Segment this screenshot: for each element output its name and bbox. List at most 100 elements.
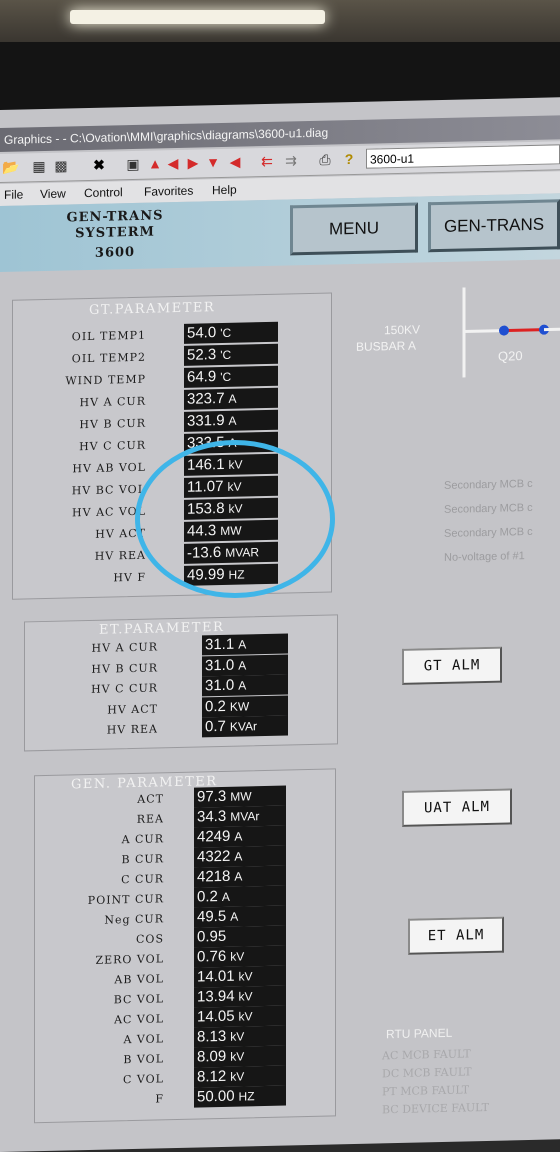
print-icon[interactable]: ⎙ bbox=[316, 150, 334, 168]
et-alarm-button[interactable]: ET ALM bbox=[408, 916, 504, 955]
rtu-ac-mcb-fault: AC MCB FAULT bbox=[382, 1047, 471, 1063]
close-icon[interactable]: ✖ bbox=[90, 156, 108, 174]
gen-param-label: B VOL bbox=[123, 1052, 164, 1067]
gen-param-label: AB VOL bbox=[114, 972, 164, 987]
et-param-value: 0.7 KVAr bbox=[202, 715, 288, 738]
et-param-value: 31.0 A bbox=[202, 653, 288, 676]
gen-parameter-panel: GEN. PARAMETER bbox=[34, 768, 336, 1124]
busbar-tap bbox=[464, 329, 504, 333]
gt-param-number: 64.9 bbox=[187, 368, 217, 386]
help-icon[interactable]: ? bbox=[340, 150, 358, 168]
gen-param-number: 4249 bbox=[197, 827, 231, 846]
et-param-number: 31.0 bbox=[205, 676, 235, 695]
secondary-status-1: Secondary MCB c bbox=[444, 477, 533, 492]
rtu-bc-device-fault: BC DEVICE FAULT bbox=[382, 1100, 489, 1117]
breaker-q20-node-left[interactable] bbox=[499, 325, 509, 336]
gen-param-unit: A bbox=[234, 849, 243, 864]
rtu-pt-mcb-fault: PT MCB FAULT bbox=[382, 1083, 470, 1099]
arrow-down-icon[interactable]: ▼ bbox=[204, 153, 222, 171]
history-forward-icon[interactable]: ⇉ bbox=[282, 151, 300, 169]
menu-favorites[interactable]: Favorites bbox=[144, 180, 193, 203]
gt-param-value: 64.9 'C bbox=[184, 365, 278, 388]
gen-param-number: 4218 bbox=[197, 867, 231, 886]
open-folder-icon[interactable]: 📂 bbox=[2, 158, 20, 176]
gen-trans-button[interactable]: GEN-TRANS bbox=[428, 199, 560, 253]
gen-param-value: 97.3 MW bbox=[194, 785, 286, 808]
gt-param-label: WIND TEMP bbox=[65, 372, 146, 388]
gen-param-number: 8.12 bbox=[197, 1067, 227, 1086]
breaker-q20-label: Q20 bbox=[498, 348, 523, 364]
page-title-line2: SYSTERM bbox=[75, 224, 155, 242]
gen-param-value: 0.95 bbox=[194, 925, 286, 948]
et-param-unit: KW bbox=[229, 698, 250, 714]
arrow-up-icon[interactable]: ▲ bbox=[146, 154, 164, 172]
ceiling-background bbox=[0, 0, 560, 42]
gt-param-number: 331.9 bbox=[187, 411, 225, 430]
gen-param-number: 4322 bbox=[197, 847, 231, 866]
diagram-name-field[interactable]: 3600-u1 bbox=[366, 144, 560, 169]
gt-param-number: 54.0 bbox=[187, 324, 217, 342]
gen-param-value: 50.00 HZ bbox=[194, 1085, 286, 1108]
gen-param-unit: A bbox=[221, 889, 230, 904]
rtu-panel-title: RTU PANEL bbox=[386, 1025, 453, 1042]
et-param-value: 0.2 KW bbox=[202, 694, 288, 717]
hmi-screen: Graphics - - C:\Ovation\MMI\graphics\dia… bbox=[0, 97, 560, 1152]
gen-param-unit: kV bbox=[238, 989, 253, 1004]
gt-alarm-button[interactable]: GT ALM bbox=[402, 646, 502, 685]
gen-param-value: 8.13 kV bbox=[194, 1025, 286, 1048]
gen-param-unit: kV bbox=[238, 1009, 253, 1024]
gen-param-number: 13.94 bbox=[197, 987, 235, 1006]
gt-param-label: HV BC VOL bbox=[71, 482, 146, 498]
gen-param-unit: HZ bbox=[238, 1089, 255, 1104]
arrow-left-icon[interactable]: ◀ bbox=[164, 154, 182, 172]
gt-param-value: 52.3 'C bbox=[184, 343, 278, 366]
menu-view[interactable]: View bbox=[40, 183, 66, 206]
select-icon[interactable]: ▣ bbox=[124, 155, 142, 173]
gen-param-value: 8.12 kV bbox=[194, 1065, 286, 1088]
gen-param-number: 8.13 bbox=[197, 1027, 227, 1046]
gt-param-number: 323.7 bbox=[187, 389, 225, 408]
gen-param-unit: A bbox=[230, 909, 239, 924]
et-param-label: HV A CUR bbox=[91, 640, 158, 655]
gt-param-label: HV A CUR bbox=[79, 394, 146, 410]
rtu-dc-mcb-fault: DC MCB FAULT bbox=[382, 1065, 472, 1081]
gen-param-value: 4249 A bbox=[194, 825, 286, 848]
view-icon[interactable]: ▦ bbox=[30, 157, 48, 175]
gt-param-number: 52.3 bbox=[187, 346, 217, 364]
gen-param-label: A CUR bbox=[121, 832, 164, 847]
gen-param-number: 0.95 bbox=[197, 927, 227, 946]
uat-alarm-button[interactable]: UAT ALM bbox=[402, 788, 512, 827]
gt-param-label: OIL TEMP2 bbox=[71, 350, 146, 366]
arrow-back-icon[interactable]: ◀ bbox=[226, 152, 244, 170]
gt-param-unit: A bbox=[228, 413, 237, 428]
gt-param-value: 323.7 A bbox=[184, 387, 278, 410]
breaker-q20-line bbox=[504, 328, 544, 333]
secondary-status-2: Secondary MCB c bbox=[444, 501, 533, 516]
gen-param-label: COS bbox=[136, 932, 164, 946]
menu-control[interactable]: Control bbox=[84, 181, 123, 204]
gt-parameter-title: GT.PARAMETER bbox=[89, 300, 216, 318]
menu-file[interactable]: File bbox=[4, 183, 23, 205]
gen-param-unit: A bbox=[234, 829, 243, 844]
gen-param-label: POINT CUR bbox=[87, 892, 164, 908]
window-icon[interactable]: ▩ bbox=[52, 156, 70, 174]
gen-param-label: AC VOL bbox=[114, 1012, 164, 1027]
gen-param-label: BC VOL bbox=[113, 992, 164, 1007]
secondary-status-4: No-voltage of #1 bbox=[444, 550, 525, 564]
gen-param-number: 49.5 bbox=[197, 907, 227, 926]
menu-button[interactable]: MENU bbox=[290, 202, 418, 256]
menu-help[interactable]: Help bbox=[212, 179, 237, 202]
page-title: GEN-TRANS SYSTERM 3600 bbox=[30, 207, 200, 263]
et-param-value: 31.0 A bbox=[202, 674, 288, 697]
gen-param-unit: MW bbox=[230, 789, 252, 804]
gt-param-label: HV C CUR bbox=[79, 438, 146, 454]
gen-param-number: 14.01 bbox=[197, 967, 235, 986]
gen-param-unit: kV bbox=[230, 1069, 245, 1084]
et-parameter-panel: ET.PARAMETER bbox=[24, 614, 338, 752]
gen-param-number: 34.3 bbox=[197, 807, 227, 826]
gt-param-label: HV F bbox=[113, 570, 146, 585]
history-back-icon[interactable]: ⇇ bbox=[258, 152, 276, 170]
page-title-line3: 3600 bbox=[94, 244, 136, 261]
arrow-right-icon[interactable]: ▶ bbox=[184, 153, 202, 171]
gen-param-value: 13.94 kV bbox=[194, 985, 286, 1008]
